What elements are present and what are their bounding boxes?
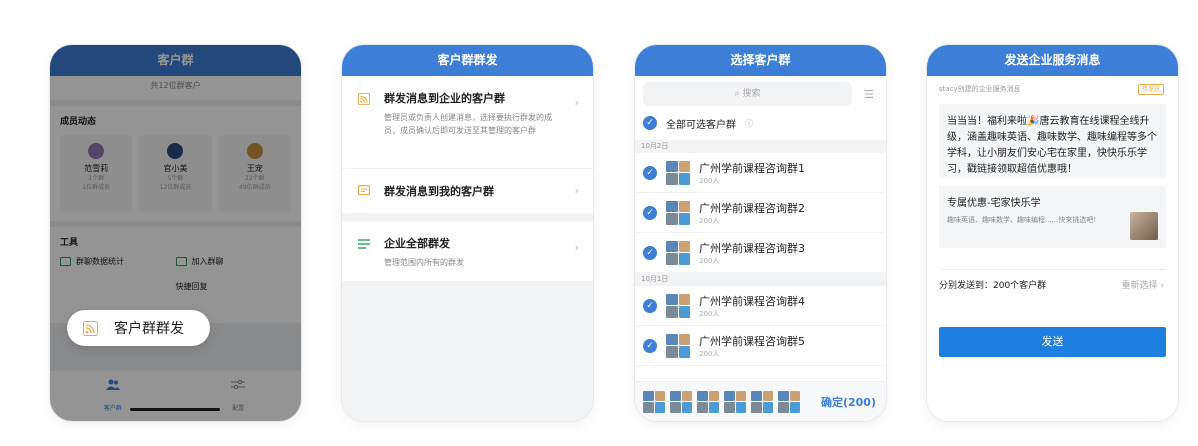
selected-group-avatar [643, 390, 665, 413]
group-count: 200人 [699, 349, 720, 358]
link-desc: 趣味英语、趣味数学、趣味编程......快来挑选吧! [947, 216, 1097, 224]
status-badge: 待发送 [1137, 83, 1164, 95]
popup-group-broadcast[interactable]: 客户群群发 [67, 310, 210, 346]
content: stacy创建的企业服务消息 待发送 当当当！福利来啦🎉唐云教育在线课程全线升级… [927, 76, 1178, 421]
link-card[interactable]: 专属优惠-宅家快乐学 趣味英语、趣味数学、趣味编程......快来挑选吧! [939, 186, 1166, 248]
group-count: 200人 [699, 256, 720, 265]
group-name: 广州学前课程咨询群2 [699, 201, 805, 215]
list-item[interactable]: ✓ 广州学前课程咨询群1 200人 [635, 153, 886, 193]
item-all-enterprise-broadcasts[interactable]: 企业全部群发 管理范围内所有的群发 › [342, 221, 593, 281]
phone-customer-groups: 客户群 共12位群客户 成员动态 范雪莉 1个群 1位群成员 官小美 5个群 12位群成员… [50, 45, 301, 421]
link-title: 专属优惠-宅家快乐学 [947, 198, 1041, 209]
check-icon[interactable]: ✓ [643, 338, 657, 353]
content: ⌕ 搜索 ☰ ✓ 全部可选客户群 ⓘ 10月2日 ✓ 广州学前课程咨询群1 200人 ✓… [635, 76, 886, 421]
search-input[interactable]: ⌕ 搜索 [643, 82, 852, 106]
header: 客户群群发 [342, 45, 593, 76]
list-item[interactable]: ✓ 广州学前课程咨询群3 200人 [635, 233, 886, 273]
group-avatar [666, 240, 690, 265]
check-icon[interactable]: ✓ [643, 116, 657, 130]
date-header: 10月1日 [635, 273, 886, 286]
phone-send-service-message: 发送企业服务消息 stacy创建的企业服务消息 待发送 当当当！福利来啦🎉唐云教… [927, 45, 1178, 421]
item-title: 企业全部群发 [384, 237, 450, 250]
page-title: 客户群群发 [437, 53, 498, 67]
item-broadcast-enterprise-groups[interactable]: 群发消息到企业的客户群 管理员或负责人创建消息，选择要执行群发的成员，成员确认后… [342, 76, 593, 168]
item-desc: 管理范围内所有的群发 [384, 258, 464, 267]
list-icon [358, 239, 370, 249]
creator-label: stacy创建的企业服务消息 [939, 85, 1021, 93]
chevron-right-icon: › [1160, 281, 1164, 291]
date-header: 10月2日 [635, 140, 886, 153]
chevron-right-icon: › [574, 241, 579, 254]
message-meta: stacy创建的企业服务消息 待发送 [927, 76, 1178, 102]
chevron-right-icon: › [574, 184, 579, 197]
group-name: 广州学前课程咨询群4 [699, 294, 805, 308]
list-item[interactable]: ✓ 广州学前课程咨询群4 200人 [635, 286, 886, 326]
check-icon[interactable]: ✓ [643, 165, 657, 180]
list-item[interactable]: ✓ 广州学前课程咨询群5 200人 [635, 326, 886, 366]
select-all-row[interactable]: ✓ 全部可选客户群 ⓘ [635, 106, 886, 140]
send-to-row: 分别发送到：200个客户群 重新选择 › [927, 278, 1178, 291]
selected-group-avatar [724, 390, 746, 413]
rss-icon [358, 93, 370, 105]
rss-icon [83, 320, 98, 336]
link-thumbnail [1130, 212, 1158, 240]
sort-icon[interactable]: ☰ [864, 88, 874, 101]
send-to-label: 分别发送到：200个客户群 [939, 281, 1047, 291]
selected-group-avatar [778, 390, 800, 413]
chevron-right-icon: › [574, 96, 579, 109]
selected-group-avatar [697, 390, 719, 413]
selected-group-avatar [751, 390, 773, 413]
group-count: 200人 [699, 309, 720, 318]
group-avatar [666, 200, 690, 225]
chat-icon [358, 185, 370, 196]
group-avatar [666, 293, 690, 318]
item-title: 群发消息到我的客户群 [384, 185, 494, 198]
header: 选择客户群 [635, 45, 886, 76]
group-count: 200人 [699, 176, 720, 185]
group-name: 广州学前课程咨询群5 [699, 334, 805, 348]
group-count: 200人 [699, 216, 720, 225]
group-list: 10月2日 ✓ 广州学前课程咨询群1 200人 ✓ 广州学前课程咨询群2 200人 ✓ 广州学前… [635, 140, 886, 366]
item-broadcast-my-groups[interactable]: 群发消息到我的客户群 › [342, 169, 593, 213]
content: 群发消息到企业的客户群 管理员或负责人创建消息，选择要执行群发的成员，成员确认后… [342, 76, 593, 421]
check-icon[interactable]: ✓ [643, 298, 657, 313]
item-title: 群发消息到企业的客户群 [384, 92, 505, 105]
modal-overlay[interactable] [50, 45, 301, 421]
page-title: 选择客户群 [730, 53, 791, 67]
send-button[interactable]: 发送 [939, 327, 1166, 357]
phone-group-broadcast: 客户群群发 群发消息到企业的客户群 管理员或负责人创建消息，选择要执行群发的成员… [342, 45, 593, 421]
check-icon[interactable]: ✓ [643, 205, 657, 220]
page-title: 发送企业服务消息 [1004, 53, 1101, 67]
check-icon[interactable]: ✓ [643, 245, 657, 260]
list-item[interactable]: ✓ 广州学前课程咨询群2 200人 [635, 193, 886, 233]
divider [939, 262, 1166, 270]
item-desc: 管理员或负责人创建消息，选择要执行群发的成员，成员确认后即可发送至其管理的客户群 [384, 113, 552, 135]
confirm-button[interactable]: 确定(200) [821, 394, 876, 410]
group-name: 广州学前课程咨询群3 [699, 241, 805, 255]
reselect-link[interactable]: 重新选择 › [1122, 278, 1165, 291]
group-avatar [666, 160, 690, 185]
phone-select-groups: 选择客户群 ⌕ 搜索 ☰ ✓ 全部可选客户群 ⓘ 10月2日 ✓ 广州学前课程咨询群… [635, 45, 886, 421]
stage: 客户群 共12位群客户 成员动态 范雪莉 1个群 1位群成员 官小美 5个群 12位群成员… [0, 0, 1198, 446]
message-text: 当当当！福利来啦🎉唐云教育在线课程全线升级，涵盖趣味英语、趣味数学、趣味编程等多… [939, 104, 1166, 178]
header: 发送企业服务消息 [927, 45, 1178, 76]
selected-group-avatar [670, 390, 692, 413]
home-indicator [130, 408, 220, 411]
group-name: 广州学前课程咨询群1 [699, 161, 805, 175]
group-avatar [666, 333, 690, 358]
selected-bar: 确定(200) [635, 381, 886, 421]
info-icon[interactable]: ⓘ [745, 118, 753, 129]
